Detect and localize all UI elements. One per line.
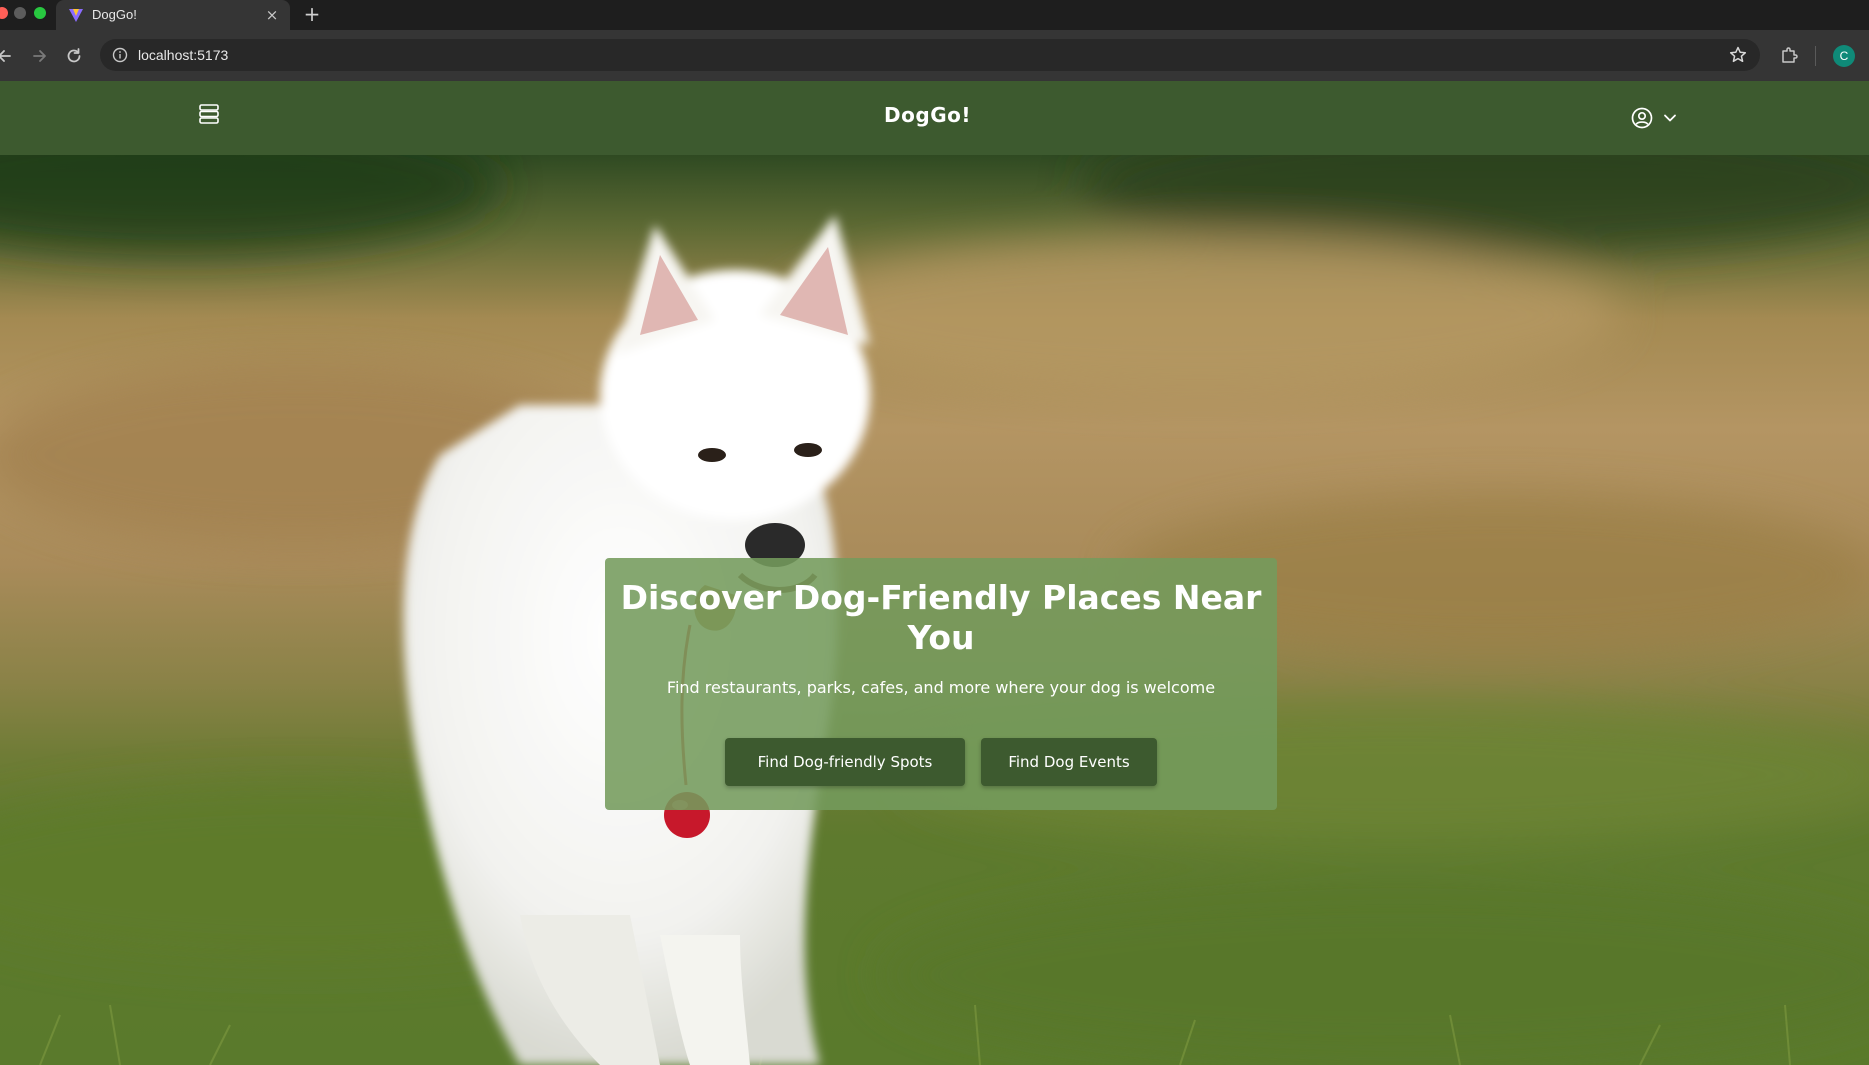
- browser-tab-bar: DogGo! × +: [0, 0, 1869, 30]
- user-circle-icon: [1631, 107, 1653, 129]
- profile-avatar[interactable]: C: [1833, 45, 1855, 67]
- browser-toolbar: localhost:5173 C: [0, 30, 1869, 81]
- find-events-button[interactable]: Find Dog Events: [981, 738, 1157, 786]
- site-info-icon[interactable]: [112, 47, 128, 63]
- tab-title: DogGo!: [92, 7, 137, 22]
- user-menu-button[interactable]: [1630, 104, 1686, 130]
- url-text[interactable]: localhost:5173: [138, 47, 228, 63]
- address-bar[interactable]: localhost:5173: [100, 39, 1760, 71]
- toolbar-divider: [1815, 46, 1816, 66]
- back-icon[interactable]: [0, 45, 16, 67]
- hero-card: Discover Dog-Friendly Places Near You Fi…: [605, 558, 1277, 810]
- hero-title: Discover Dog-Friendly Places Near You: [620, 578, 1262, 657]
- web-page: DogGo! Discover Dog-Friendly Places Near…: [0, 81, 1869, 1065]
- chevron-down-icon: [1664, 114, 1676, 122]
- window-close-button[interactable]: [0, 7, 8, 19]
- new-tab-icon[interactable]: +: [300, 2, 324, 26]
- find-spots-button[interactable]: Find Dog-friendly Spots: [725, 738, 965, 786]
- window-minimize-button[interactable]: [14, 7, 26, 19]
- bookmark-star-icon[interactable]: [1728, 45, 1748, 65]
- hero-section: Discover Dog-Friendly Places Near You Fi…: [0, 155, 1869, 1065]
- forward-icon[interactable]: [28, 45, 50, 67]
- close-tab-icon[interactable]: ×: [262, 5, 282, 25]
- vite-logo-icon: [69, 9, 83, 22]
- brand-logo-text[interactable]: DogGo!: [0, 103, 1855, 127]
- extensions-icon[interactable]: [1778, 45, 1800, 67]
- window-zoom-button[interactable]: [34, 7, 46, 19]
- app-header: DogGo!: [0, 81, 1869, 155]
- hero-subtitle: Find restaurants, parks, cafes, and more…: [666, 678, 1216, 697]
- browser-tab[interactable]: DogGo! ×: [56, 0, 290, 30]
- reload-icon[interactable]: [63, 45, 85, 67]
